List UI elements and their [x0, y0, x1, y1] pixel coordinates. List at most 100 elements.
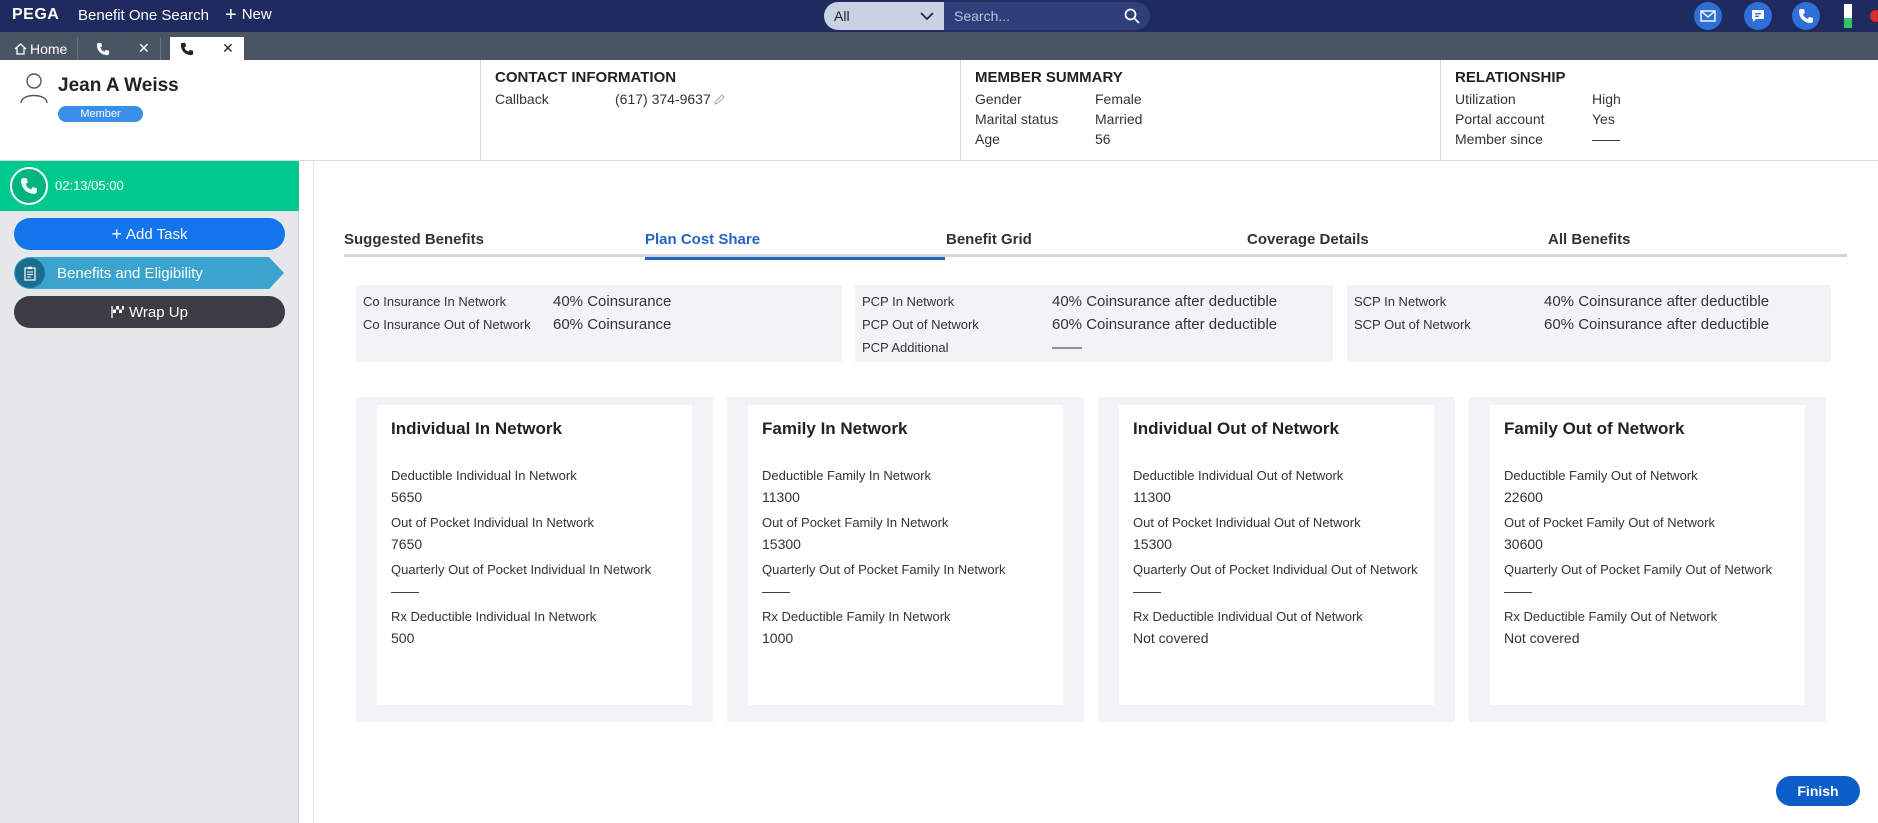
field-label: Rx Deductible Individual In Network	[391, 609, 597, 624]
field-value: Not covered	[1504, 630, 1580, 646]
field-label: Quarterly Out of Pocket Individual Out o…	[1133, 562, 1418, 577]
member-summary-title: MEMBER SUMMARY	[975, 69, 1123, 86]
relationship-value: Yes	[1592, 111, 1615, 127]
card-title: Family Out of Network	[1504, 419, 1685, 438]
cost-share-row: PCP In Network 40% Coinsurance after dedu…	[862, 290, 1326, 313]
field-label: Out of Pocket Family In Network	[762, 515, 949, 530]
summary-row: Gender Female	[975, 89, 1426, 109]
field-value: 11300	[1133, 489, 1171, 505]
field-label: Quarterly Out of Pocket Family Out of Ne…	[1504, 562, 1773, 577]
coinsurance-summary: Co Insurance In Network 40% Coinsurance C…	[356, 285, 842, 362]
search-scope-value: All	[834, 8, 850, 24]
field-label: Rx Deductible Individual Out of Network	[1133, 609, 1363, 624]
app-title[interactable]: Benefit One Search	[78, 7, 209, 24]
cost-share-value: 60% Coinsurance after deductible	[1544, 316, 1770, 333]
field-label: Rx Deductible Family In Network	[762, 609, 951, 624]
tab-suggested-benefits[interactable]: Suggested Benefits	[344, 227, 484, 257]
tab-call-1[interactable]: ✕	[86, 37, 161, 60]
phone-icon[interactable]	[1792, 2, 1820, 30]
main-content: Suggested Benefits Plan Cost Share Benef…	[313, 161, 1878, 823]
checkered-flag-icon	[111, 306, 125, 318]
pcp-summary: PCP In Network 40% Coinsurance after dedu…	[855, 285, 1333, 362]
tab-home[interactable]: Home	[4, 37, 79, 60]
cost-share-value: ——	[1052, 339, 1082, 356]
field-value: 15300	[762, 536, 801, 552]
interaction-panel: 02:13/05:00 + Add Task Benefits and Elig…	[0, 161, 299, 823]
search-placeholder: Search...	[954, 8, 1011, 24]
card-field: Deductible Family Out of Network 22600	[1504, 467, 1791, 505]
cost-share-row: SCP In Network 40% Coinsurance after dedu…	[1354, 290, 1824, 313]
home-icon	[14, 42, 27, 55]
search-icon[interactable]	[1124, 8, 1140, 24]
cost-share-value: 60% Coinsurance after deductible	[1052, 316, 1278, 333]
summary-label: Marital status	[975, 111, 1059, 127]
tab-coverage-details[interactable]: Coverage Details	[1247, 227, 1369, 257]
add-task-label: Add Task	[126, 225, 188, 243]
member-badge: Member	[58, 106, 143, 122]
member-summary: MEMBER SUMMARY Gender Female Marital stat…	[960, 60, 1440, 161]
relationship-label: Portal account	[1455, 111, 1545, 127]
cost-share-value: 60% Coinsurance	[553, 316, 672, 333]
chevron-down-icon	[920, 12, 934, 21]
card-body: Individual Out of Network Deductible Ind…	[1119, 405, 1434, 705]
cost-share-label: PCP Out of Network	[862, 317, 979, 332]
card-field: Rx Deductible Individual In Network 500	[391, 608, 678, 646]
field-label: Deductible Family In Network	[762, 468, 932, 483]
email-icon[interactable]	[1694, 2, 1722, 30]
cost-share-row: PCP Additional ——	[862, 336, 1326, 359]
benefits-eligibility-label: Benefits and Eligibility	[57, 264, 203, 282]
relationship-label: Utilization	[1455, 91, 1516, 107]
status-dot-icon	[1870, 10, 1878, 22]
field-label: Rx Deductible Family Out of Network	[1504, 609, 1718, 624]
card-field: Quarterly Out of Pocket Family Out of Ne…	[1504, 561, 1791, 599]
benefits-eligibility-task[interactable]: Benefits and Eligibility	[14, 257, 284, 289]
field-value: 11300	[762, 489, 800, 505]
tab-home-label: Home	[30, 40, 68, 57]
tab-all-benefits[interactable]: All Benefits	[1548, 227, 1631, 257]
field-value: ——	[1133, 583, 1161, 599]
tab-plan-cost-share[interactable]: Plan Cost Share	[645, 227, 945, 260]
card-field: Out of Pocket Individual Out of Network 1…	[1133, 514, 1420, 552]
edit-pencil-icon[interactable]	[713, 93, 726, 105]
summary-row: Age 56	[975, 129, 1426, 149]
cost-share-value: 40% Coinsurance after deductible	[1052, 293, 1278, 310]
new-label: New	[241, 6, 272, 23]
app-logo[interactable]: PEGA	[12, 6, 59, 24]
field-value: 15300	[1133, 536, 1172, 552]
card-body: Individual In Network Deductible Individ…	[377, 405, 692, 705]
field-value: 22600	[1504, 489, 1543, 505]
call-status-bar: 02:13/05:00	[0, 161, 299, 211]
callback-label: Callback	[495, 91, 549, 107]
close-icon[interactable]: ✕	[138, 40, 150, 57]
summary-value: 56	[1095, 131, 1111, 147]
search-input[interactable]: Search...	[944, 2, 1150, 30]
relationship-value: ——	[1592, 131, 1620, 147]
chat-icon[interactable]	[1744, 2, 1772, 30]
close-icon[interactable]: ✕	[222, 40, 234, 57]
field-value: 7650	[391, 536, 423, 552]
plus-icon: +	[111, 223, 123, 244]
cost-share-label: Co Insurance In Network	[363, 294, 507, 309]
field-value: 5650	[391, 489, 423, 505]
wrap-up-button[interactable]: Wrap Up	[14, 296, 285, 328]
search-scope-select[interactable]: All	[824, 2, 944, 30]
call-phone-icon[interactable]	[10, 167, 48, 205]
field-label: Out of Pocket Individual Out of Network	[1133, 515, 1361, 530]
field-value: ——	[1504, 583, 1532, 599]
summary-label: Gender	[975, 91, 1022, 107]
tab-benefit-grid[interactable]: Benefit Grid	[946, 227, 1032, 257]
field-label: Quarterly Out of Pocket Family In Networ…	[762, 562, 1006, 577]
finish-button[interactable]: Finish	[1776, 776, 1860, 806]
field-value: ——	[391, 583, 419, 599]
contact-title: CONTACT INFORMATION	[495, 69, 677, 86]
tab-call-2[interactable]: ✕	[170, 37, 244, 60]
add-task-button[interactable]: + Add Task	[14, 218, 285, 250]
field-value: 1000	[762, 630, 794, 646]
signal-level-icon	[1844, 18, 1852, 28]
relationship-title: RELATIONSHIP	[1455, 69, 1566, 86]
work-tab-strip: Home ✕ ✕	[0, 32, 1878, 60]
card-field: Rx Deductible Family Out of Network Not c…	[1504, 608, 1791, 646]
new-button[interactable]: + New	[225, 5, 272, 25]
phone-icon	[180, 42, 194, 55]
search-bar: All Search...	[824, 2, 1150, 30]
